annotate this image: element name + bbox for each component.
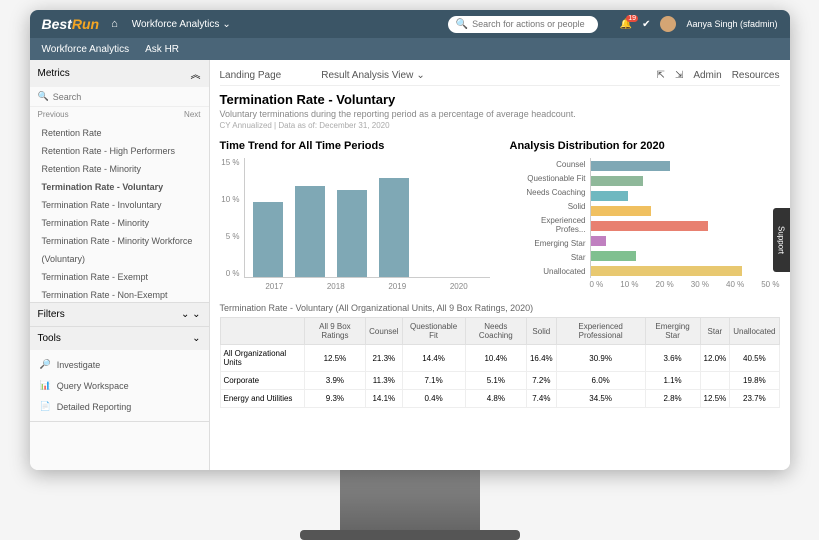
metric-item[interactable]: Termination Rate - Involuntary — [30, 196, 209, 214]
prev-link[interactable]: Previous — [38, 110, 69, 119]
collapse-icon[interactable]: ⌄ ⌄ — [181, 309, 201, 320]
tool-item[interactable]: 📊Query Workspace — [30, 375, 209, 396]
search-icon: 🔍 — [456, 19, 468, 30]
tool-icon: 🔎 — [40, 359, 51, 370]
nav-section[interactable]: Workforce Analytics — [132, 19, 231, 30]
brand-logo[interactable]: BestRun — [42, 16, 100, 32]
page-subtitle: Voluntary terminations during the report… — [220, 109, 780, 119]
metric-item[interactable]: Termination Rate - Minority Workforce — [30, 232, 209, 250]
next-link[interactable]: Next — [184, 110, 200, 119]
metric-item[interactable]: (Voluntary) — [30, 250, 209, 268]
avatar[interactable] — [660, 16, 676, 32]
tools-header[interactable]: Tools ⌄ — [30, 327, 209, 350]
metric-item[interactable]: Termination Rate - Non-Exempt — [30, 286, 209, 302]
metric-item[interactable]: Retention Rate - High Performers — [30, 142, 209, 160]
search-icon: 🔍 — [38, 91, 49, 102]
user-name[interactable]: Aanya Singh (sfadmin) — [686, 19, 777, 29]
metric-item[interactable]: Termination Rate - Minority — [30, 214, 209, 232]
export-icon[interactable]: ⇱ — [657, 70, 665, 81]
chart2-title: Analysis Distribution for 2020 — [510, 140, 780, 152]
metrics-search-input[interactable] — [53, 92, 201, 102]
distribution-chart: CounselQuestionable FitNeeds CoachingSol… — [510, 158, 780, 278]
page-title: Termination Rate - Voluntary — [220, 92, 780, 107]
table-title: Termination Rate - Voluntary (All Organi… — [220, 303, 780, 313]
chart1-title: Time Trend for All Time Periods — [220, 140, 490, 152]
filters-header[interactable]: Filters ⌄ ⌄ — [30, 303, 209, 326]
check-icon[interactable]: ✔ — [642, 19, 650, 30]
share-icon[interactable]: ⇲ — [675, 70, 683, 81]
tool-icon: 📊 — [40, 380, 51, 391]
view-selector[interactable]: Result Analysis View — [321, 70, 424, 81]
support-tab[interactable]: Support — [773, 208, 790, 272]
subnav-askhr[interactable]: Ask HR — [145, 44, 179, 55]
global-search[interactable]: 🔍 — [448, 16, 598, 33]
notification-badge: 19 — [626, 15, 638, 22]
resources-link[interactable]: Resources — [732, 70, 780, 81]
metrics-header[interactable]: Metrics — [30, 60, 209, 87]
metric-item[interactable]: Termination Rate - Exempt — [30, 268, 209, 286]
notifications-icon[interactable]: 🔔19 — [620, 19, 632, 30]
search-input[interactable] — [472, 19, 590, 29]
breadcrumb-landing[interactable]: Landing Page — [220, 70, 282, 81]
metric-item[interactable]: Retention Rate - Minority — [30, 160, 209, 178]
data-table: All 9 Box RatingsCounselQuestionable Fit… — [220, 317, 780, 408]
subnav-workforce[interactable]: Workforce Analytics — [42, 44, 130, 55]
metric-item[interactable]: Retention Rate — [30, 124, 209, 142]
home-icon[interactable]: ⌂ — [111, 19, 118, 30]
tool-item[interactable]: 📄Detailed Reporting — [30, 396, 209, 417]
tool-item[interactable]: 🔎Investigate — [30, 354, 209, 375]
page-meta: CY Annualized | Data as of: December 31,… — [220, 121, 780, 130]
time-trend-chart: 15 %10 %5 %0 % — [220, 158, 490, 278]
collapse-icon[interactable]: ⌄ — [192, 333, 200, 344]
metric-item[interactable]: Termination Rate - Voluntary — [30, 178, 209, 196]
collapse-icon[interactable] — [191, 66, 201, 81]
tool-icon: 📄 — [40, 401, 51, 412]
admin-link[interactable]: Admin — [693, 70, 721, 81]
